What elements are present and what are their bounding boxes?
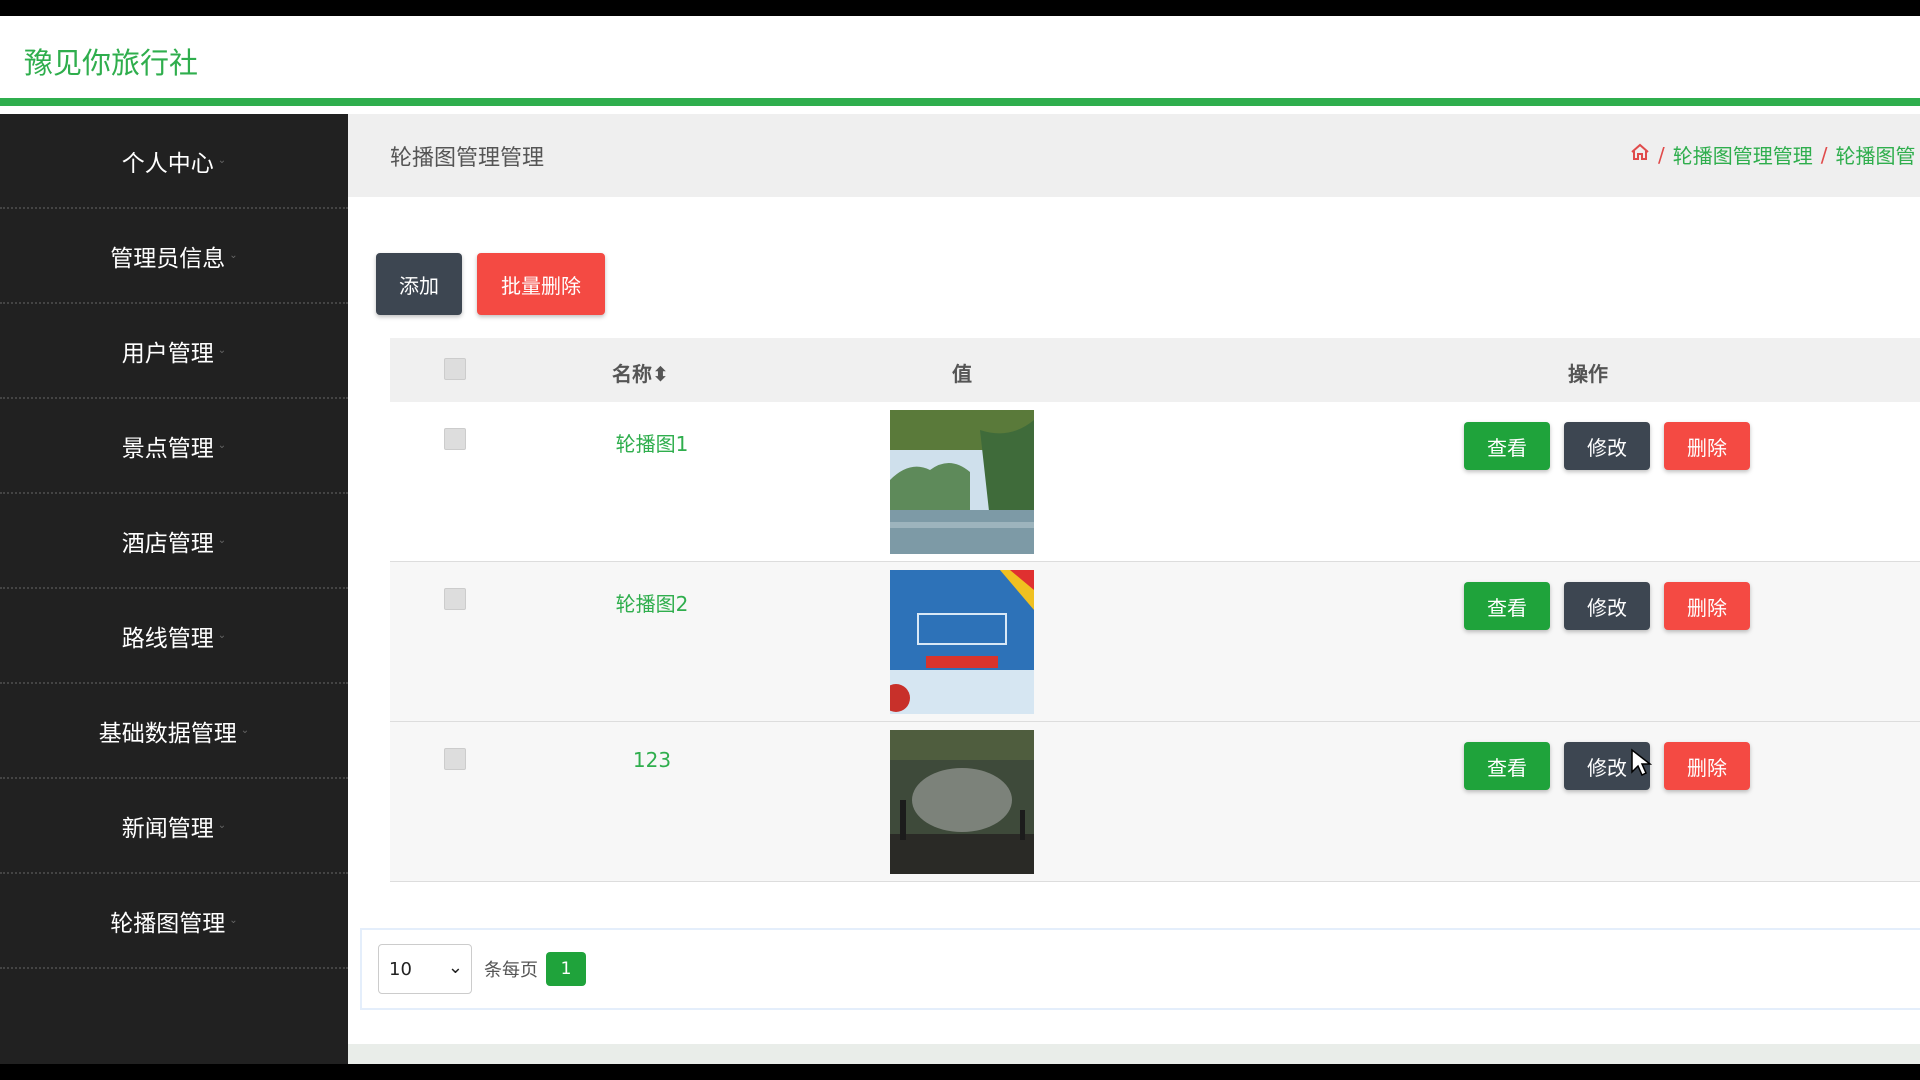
breadcrumb: / 轮播图管理管理 / 轮播图管: [1630, 140, 1916, 169]
sidebar-item-label: 个人中心: [121, 150, 214, 177]
delete-button[interactable]: 删除: [1664, 742, 1750, 790]
column-header-actions: 操作: [1568, 362, 1608, 386]
sidebar-item-label: 基础数据管理: [98, 720, 237, 747]
table-row: 123 查看 修改 删除: [390, 722, 1920, 882]
sidebar-item-label: 新闻管理: [121, 815, 214, 842]
add-button[interactable]: 添加: [376, 253, 462, 315]
chevron-down-icon: ⌄: [240, 725, 250, 736]
edit-button[interactable]: 修改: [1564, 422, 1650, 470]
carousel-image-thumbnail[interactable]: [890, 410, 1034, 554]
breadcrumb-bar: 轮播图管理管理 / 轮播图管理管理 / 轮播图管: [348, 114, 1920, 197]
carousel-table: 名称⬍ 值 操作 轮播图1 查看 修改 删除 轮播图2 查看 修改 删除 123…: [390, 338, 1920, 882]
row-name-link[interactable]: 123: [602, 748, 702, 772]
page-size-value: 10: [389, 958, 412, 980]
sidebar-item-attractions[interactable]: 景点管理 ⌄: [0, 399, 348, 494]
sidebar-item-label: 景点管理: [121, 435, 214, 462]
breadcrumb-separator: /: [1658, 142, 1665, 167]
edit-button[interactable]: 修改: [1564, 582, 1650, 630]
batch-delete-button[interactable]: 批量删除: [477, 253, 605, 315]
table-row: 轮播图1 查看 修改 删除: [390, 402, 1920, 562]
table-row: 轮播图2 查看 修改 删除: [390, 562, 1920, 722]
chevron-down-icon: ⌄: [217, 820, 227, 831]
row-checkbox[interactable]: [444, 748, 466, 770]
top-header: 豫见你旅行社: [0, 16, 1920, 106]
sidebar-item-news[interactable]: 新闻管理 ⌄: [0, 779, 348, 874]
sidebar-item-admin-info[interactable]: 管理员信息 ⌄: [0, 209, 348, 304]
per-page-label: 条每页: [484, 960, 538, 981]
view-button[interactable]: 查看: [1464, 582, 1550, 630]
row-checkbox[interactable]: [444, 588, 466, 610]
chevron-down-icon: ⌄: [447, 957, 463, 978]
carousel-image-thumbnail[interactable]: [890, 730, 1034, 874]
sidebar-item-routes[interactable]: 路线管理 ⌄: [0, 589, 348, 684]
row-name-link[interactable]: 轮播图1: [602, 428, 702, 457]
row-checkbox[interactable]: [444, 428, 466, 450]
table-header: 名称⬍ 值 操作: [390, 338, 1920, 402]
chevron-down-icon: ⌄: [217, 535, 227, 546]
sidebar-item-carousel[interactable]: 轮播图管理 ⌄: [0, 874, 348, 969]
sort-icon: ⬍: [652, 362, 669, 386]
page-title: 轮播图管理管理: [390, 146, 545, 171]
row-name-link[interactable]: 轮播图2: [602, 588, 702, 617]
chevron-down-icon: ⌄: [217, 345, 227, 356]
chevron-down-icon: ⌄: [229, 250, 238, 261]
footer-banner-text: 专业旅游代作: [798, 1050, 1122, 1064]
page-button-current[interactable]: 1: [546, 952, 586, 986]
sidebar-nav: 个人中心 ⌄ 管理员信息 ⌄ 用户管理 ⌄ 景点管理 ⌄ 酒店管理 ⌄ 路线管理 ⌄ 基础数…: [0, 114, 348, 1064]
page-size-select[interactable]: 10 ⌄: [378, 944, 472, 994]
breadcrumb-separator: /: [1820, 142, 1828, 167]
breadcrumb-current: 轮播图管: [1835, 144, 1916, 168]
carousel-image-thumbnail[interactable]: [890, 570, 1034, 714]
select-all-checkbox[interactable]: [444, 358, 466, 380]
site-logo-text[interactable]: 豫见你旅行社: [24, 40, 198, 82]
sidebar-item-label: 管理员信息: [110, 245, 226, 272]
chevron-down-icon: ⌄: [217, 155, 227, 166]
column-header-name-label: 名称: [612, 362, 652, 386]
sidebar-item-label: 用户管理: [121, 340, 214, 367]
pagination-bar: 10 ⌄ 条每页 1: [360, 928, 1920, 1010]
sidebar-item-personal-center[interactable]: 个人中心 ⌄: [0, 114, 348, 209]
view-button[interactable]: 查看: [1464, 742, 1550, 790]
view-button[interactable]: 查看: [1464, 422, 1550, 470]
column-header-name[interactable]: 名称⬍: [612, 358, 669, 387]
column-header-value: 值: [952, 362, 972, 386]
sidebar-item-base-data[interactable]: 基础数据管理 ⌄: [0, 684, 348, 779]
breadcrumb-link[interactable]: 轮播图管理管理: [1673, 140, 1813, 169]
home-icon[interactable]: [1630, 142, 1650, 167]
sidebar-item-label: 路线管理: [121, 625, 214, 652]
sidebar-item-hotels[interactable]: 酒店管理 ⌄: [0, 494, 348, 589]
delete-button[interactable]: 删除: [1664, 422, 1750, 470]
chevron-down-icon: ⌄: [229, 915, 238, 926]
mouse-cursor-icon: [1630, 748, 1653, 782]
sidebar-item-label: 酒店管理: [121, 530, 214, 557]
chevron-down-icon: ⌄: [217, 630, 227, 641]
main-content: 轮播图管理管理 / 轮播图管理管理 / 轮播图管 添加 批量删除 名称⬍ 值 操…: [348, 114, 1920, 1064]
sidebar-item-label: 轮播图管理: [110, 910, 226, 937]
sidebar-item-users[interactable]: 用户管理 ⌄: [0, 304, 348, 399]
chevron-down-icon: ⌄: [217, 440, 227, 451]
app-screen: 豫见你旅行社 个人中心 ⌄ 管理员信息 ⌄ 用户管理 ⌄ 景点管理 ⌄ 酒店管理 ⌄ 路线…: [0, 16, 1920, 1064]
footer-banner: 专业旅游代作: [348, 1044, 1920, 1064]
delete-button[interactable]: 删除: [1664, 582, 1750, 630]
